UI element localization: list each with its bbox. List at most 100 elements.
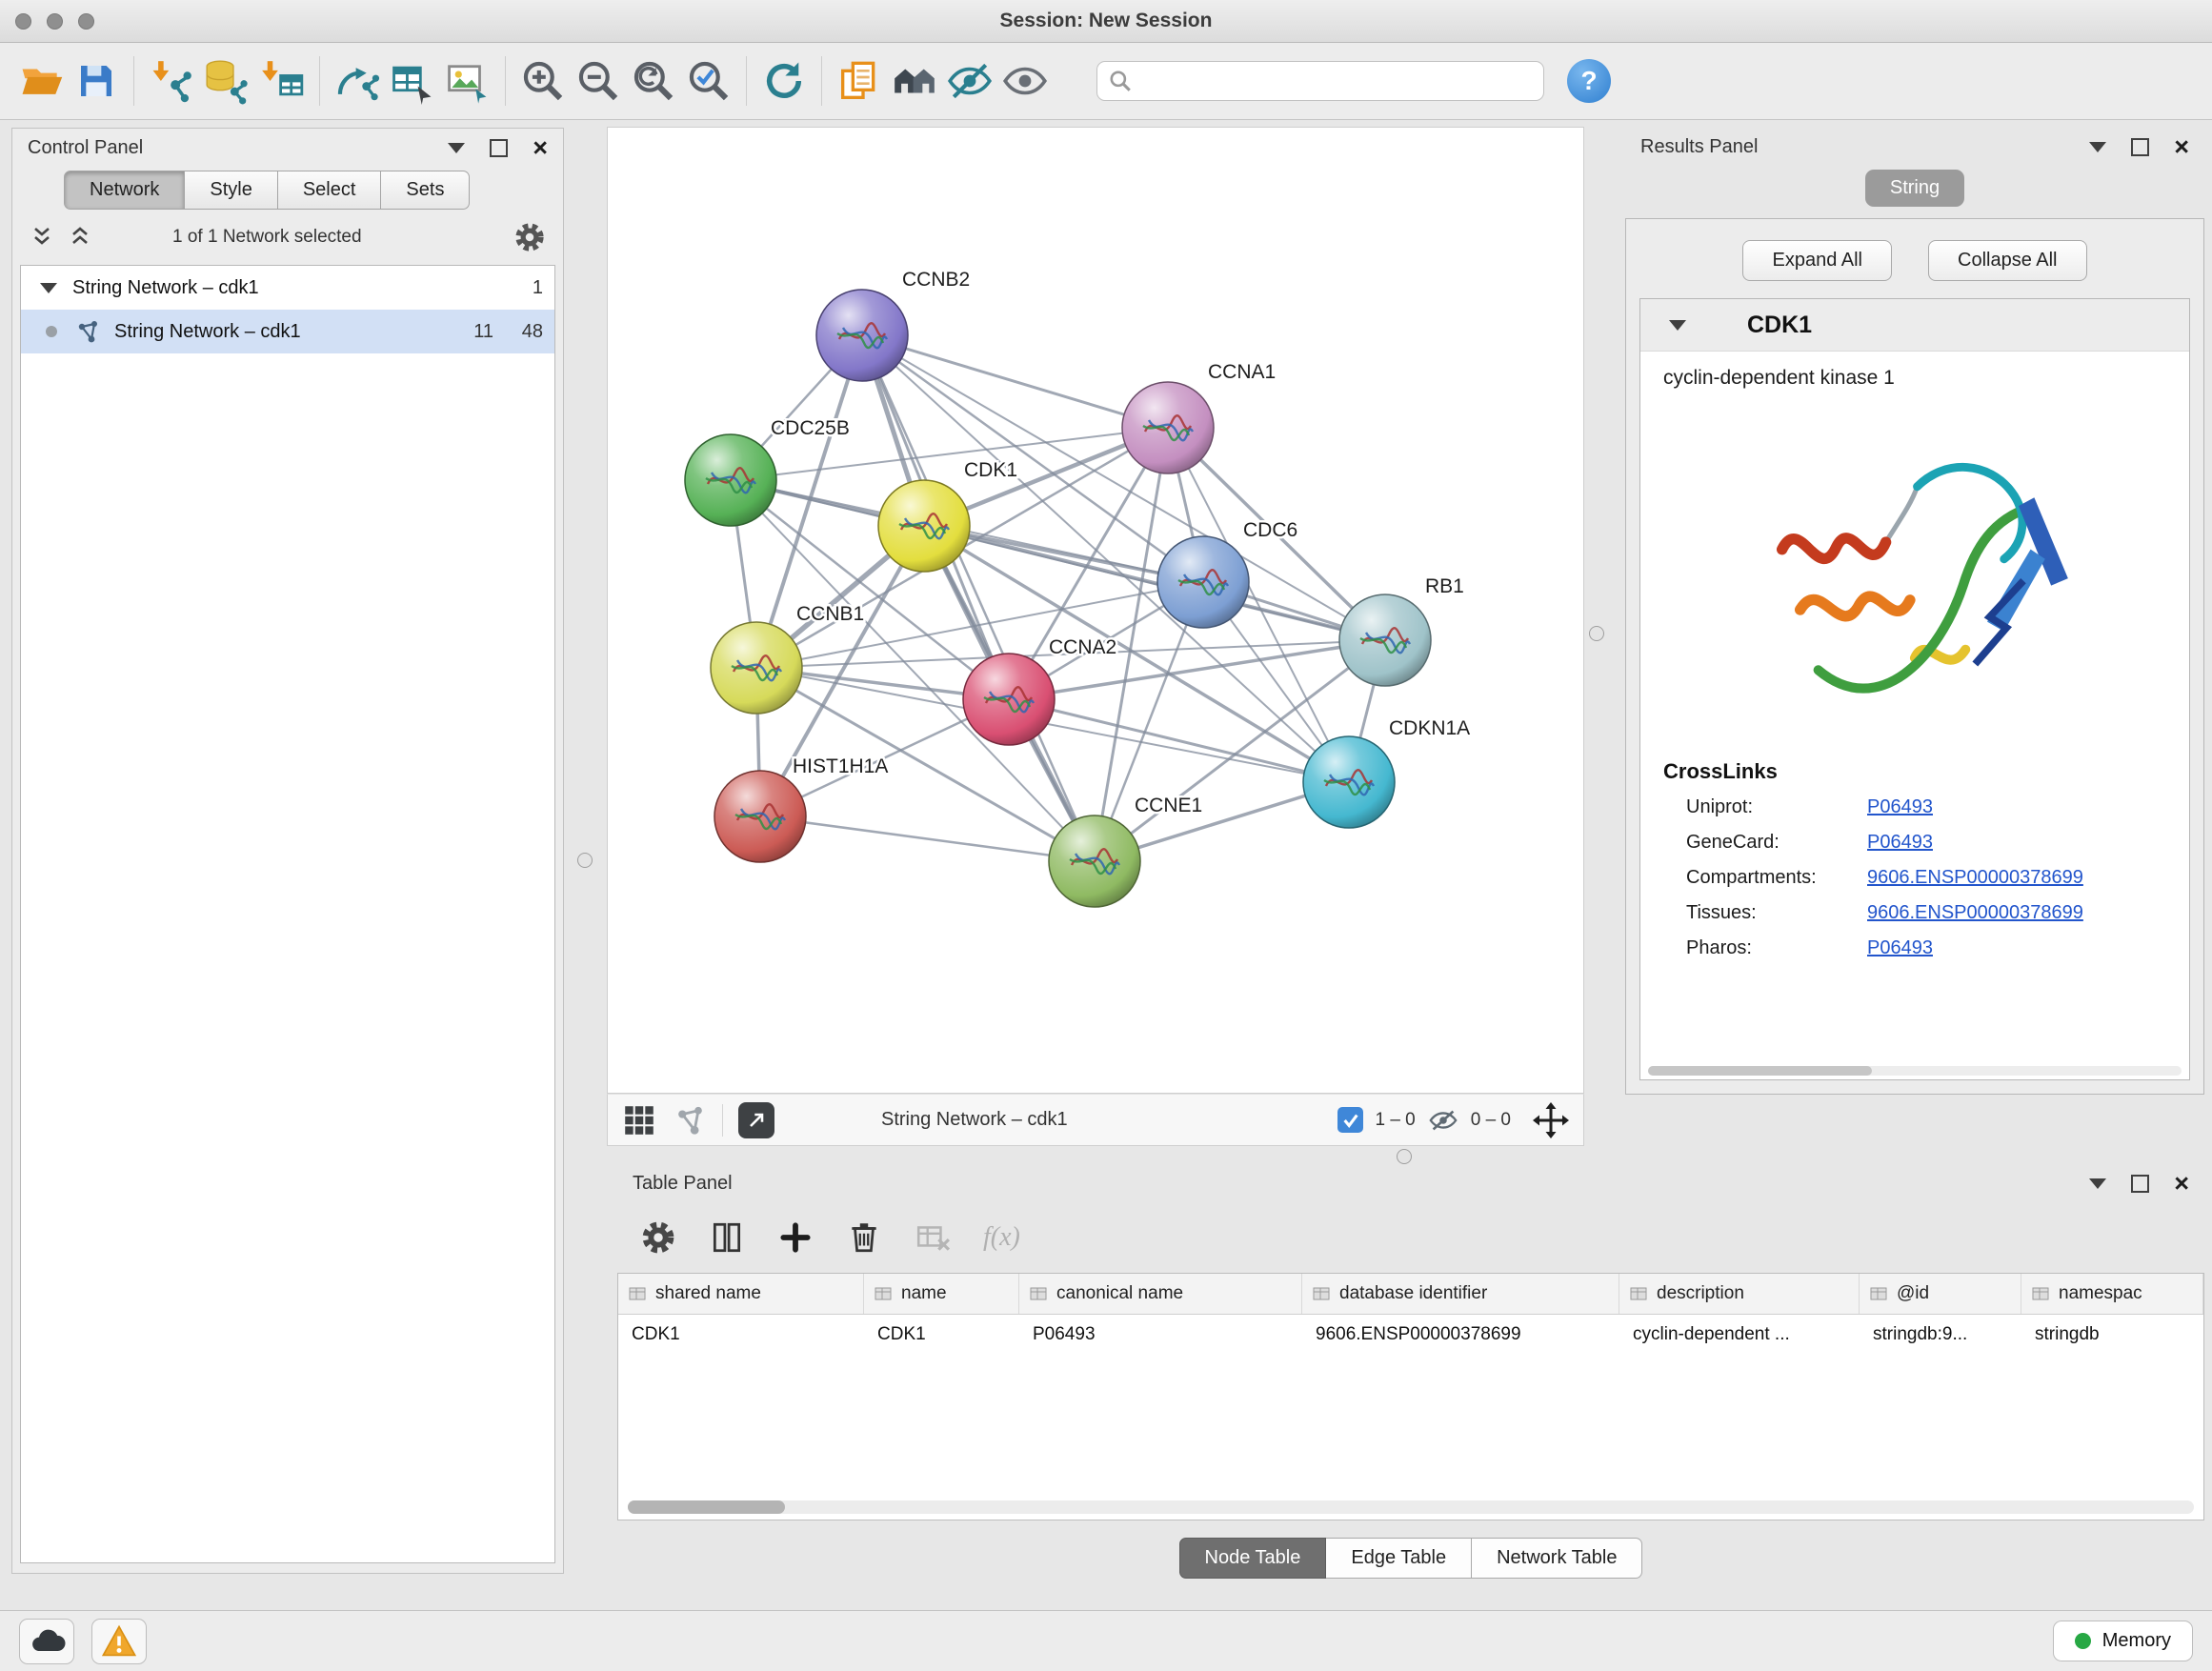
zoom-window-button[interactable] [78,13,94,30]
column-header-namespace[interactable]: namespac [2021,1274,2203,1314]
import-network-database-button[interactable] [199,53,254,109]
close-window-button[interactable] [15,13,31,30]
network-canvas-svg[interactable]: CCNB2CCNA1CDC25BCDK1CDC6RB1CCNB1CCNA2CDK… [608,128,1583,1093]
scrollbar-thumb[interactable] [1648,1066,1872,1076]
node-details-header[interactable]: CDK1 [1640,299,2189,352]
network-view-share-icon[interactable] [673,1103,707,1137]
column-header-name[interactable]: name [864,1274,1019,1314]
cell-id[interactable]: stringdb:9... [1860,1315,2021,1355]
export-image-button[interactable] [440,53,495,109]
new-table-button[interactable] [385,53,440,109]
crosslink-link[interactable]: 9606.ENSP00000378699 [1867,902,2083,924]
network-node-ccna1[interactable] [1122,382,1214,473]
hidden-eye-slash-icon[interactable] [1427,1104,1459,1137]
collapse-all-button[interactable]: Collapse All [1928,240,2087,281]
network-node-ccne1[interactable] [1049,815,1140,907]
scrollbar-thumb[interactable] [628,1500,785,1514]
panel-dock-icon[interactable] [2089,142,2106,152]
network-node-cdc25b[interactable] [685,434,776,526]
expand-all-icon[interactable] [68,225,92,250]
show-panels-button[interactable] [997,53,1053,109]
panel-float-icon[interactable] [2131,1175,2149,1193]
new-network-button[interactable] [330,53,385,109]
open-session-button[interactable] [13,53,69,109]
network-edge[interactable] [862,335,1095,861]
save-session-button[interactable] [69,53,124,109]
column-header-description[interactable]: description [1619,1274,1860,1314]
network-node-rb1[interactable] [1339,594,1431,686]
splitter-handle[interactable] [1397,1149,1412,1164]
network-node-hist1h1a[interactable] [714,771,806,862]
selected-checkbox[interactable] [1337,1107,1363,1133]
network-node-ccnb1[interactable] [711,622,802,714]
network-node-ccna2[interactable] [963,654,1055,745]
splitter-handle[interactable] [577,853,593,868]
network-collection-row[interactable]: String Network – cdk1 1 [21,266,554,310]
memory-button[interactable]: Memory [2053,1621,2193,1661]
cloud-status-button[interactable] [19,1619,74,1664]
panel-dock-icon[interactable] [2089,1178,2106,1189]
cell-canonical-name[interactable]: P06493 [1019,1315,1302,1355]
network-edge[interactable] [862,335,1168,428]
panel-close-icon[interactable]: × [2174,1171,2189,1197]
disclosure-triangle-icon[interactable] [1669,320,1686,331]
cell-description[interactable]: cyclin-dependent ... [1619,1315,1860,1355]
tab-node-table[interactable]: Node Table [1179,1538,1327,1579]
disclosure-triangle-icon[interactable] [40,283,57,293]
tab-edge-table[interactable]: Edge Table [1326,1538,1472,1579]
minimize-window-button[interactable] [47,13,63,30]
tab-network-table[interactable]: Network Table [1472,1538,1642,1579]
cell-name[interactable]: CDK1 [864,1315,1019,1355]
warnings-button[interactable] [91,1619,147,1664]
panel-dock-icon[interactable] [448,143,465,153]
collapse-all-icon[interactable] [30,225,54,250]
network-options-gear-icon[interactable] [513,221,546,253]
grid-view-icon[interactable] [621,1102,657,1138]
panel-float-icon[interactable] [490,139,508,157]
network-node-cdc6[interactable] [1157,536,1249,628]
tab-select[interactable]: Select [278,171,382,210]
create-column-icon[interactable] [777,1219,814,1256]
crosslink-link[interactable]: P06493 [1867,796,1933,818]
column-header-canonical-name[interactable]: canonical name [1019,1274,1302,1314]
open-in-new-window-button[interactable] [738,1102,774,1138]
column-header-shared-name[interactable]: shared name [618,1274,864,1314]
home-button[interactable] [887,53,942,109]
column-header-id[interactable]: @id [1860,1274,2021,1314]
splitter-handle[interactable] [1589,626,1604,641]
network-node-ccnb2[interactable] [816,290,908,381]
cell-shared-name[interactable]: CDK1 [618,1315,864,1355]
results-tab-string[interactable]: String [1865,170,1964,207]
show-columns-icon[interactable] [709,1219,745,1256]
zoom-out-button[interactable] [571,53,626,109]
network-row[interactable]: String Network – cdk1 11 48 [21,310,554,353]
tab-style[interactable]: Style [185,171,277,210]
crosslink-link[interactable]: P06493 [1867,832,1933,854]
delete-column-icon[interactable] [846,1219,882,1256]
help-button[interactable]: ? [1567,59,1611,103]
network-edge[interactable] [760,816,1095,861]
zoom-selected-button[interactable] [681,53,736,109]
cell-database-identifier[interactable]: 9606.ENSP00000378699 [1302,1315,1619,1355]
import-table-button[interactable] [254,53,310,109]
network-view[interactable]: CCNB2CCNA1CDC25BCDK1CDC6RB1CCNB1CCNA2CDK… [607,127,1584,1094]
hide-panels-button[interactable] [942,53,997,109]
network-node-cdk1[interactable] [878,480,970,572]
network-node-cdkn1a[interactable] [1303,736,1395,828]
import-network-file-button[interactable] [144,53,199,109]
horizontal-scrollbar[interactable] [628,1500,2194,1514]
crosslink-link[interactable]: P06493 [1867,937,1933,959]
table-options-gear-icon[interactable] [640,1219,676,1256]
crosslink-link[interactable]: 9606.ENSP00000378699 [1867,867,2083,889]
birds-eye-view-icon[interactable] [1532,1101,1570,1139]
column-header-database-identifier[interactable]: database identifier [1302,1274,1619,1314]
zoom-fit-button[interactable] [626,53,681,109]
copy-document-button[interactable] [832,53,887,109]
table-row[interactable]: CDK1 CDK1 P06493 9606.ENSP00000378699 cy… [618,1315,2203,1355]
tab-network[interactable]: Network [64,171,185,210]
tab-sets[interactable]: Sets [381,171,470,210]
panel-close-icon[interactable]: × [2174,134,2189,160]
horizontal-scrollbar[interactable] [1648,1066,2182,1076]
search-input[interactable] [1096,61,1544,101]
refresh-button[interactable] [756,53,812,109]
